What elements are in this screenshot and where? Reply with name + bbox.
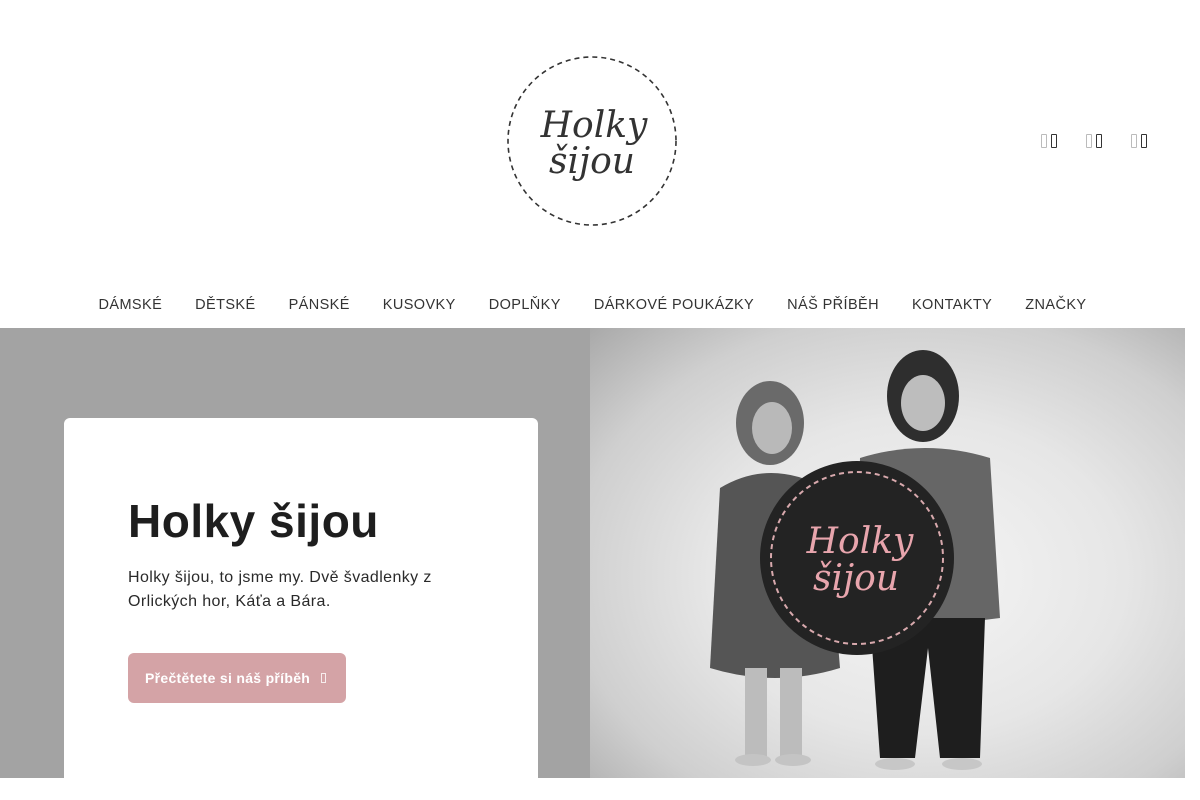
- nav-item-kontakty[interactable]: KONTAKTY: [895, 296, 1008, 314]
- logo-badge: Holky šijou: [507, 56, 677, 226]
- hero-description: Holky šijou, to jsme my. Dvě švadlenky z…: [128, 569, 432, 610]
- page: Holky šijou DÁMSKÉ DĚTSKÉ PÁNSKÉ KUSOVKY…: [0, 0, 1185, 800]
- hero-card: Holky šijou Holky šijou, to jsme my. Dvě…: [64, 418, 538, 778]
- logo-text-line1: Holky: [540, 105, 648, 146]
- nav-item-kusovky[interactable]: KUSOVKY: [366, 296, 472, 314]
- nav-item-darkove-poukazky[interactable]: DÁRKOVÉ POUKÁZKY: [577, 296, 770, 314]
- nav-item-nas-pribeh[interactable]: NÁŠ PŘÍBĚH: [771, 296, 896, 314]
- sign-text-line2: šijou: [813, 558, 899, 599]
- nav-item-panske[interactable]: PÁNSKÉ: [272, 296, 366, 314]
- founders-photo: Holky šijou: [710, 350, 1000, 770]
- nav-item-znacky[interactable]: ZNAČKY: [1009, 296, 1103, 314]
- header-icons: [1041, 128, 1147, 154]
- hero-section: Holky šijou Holky šijou Holky šijou, to …: [0, 328, 1185, 778]
- holky-sijou-sign: Holky šijou: [760, 461, 954, 655]
- cart-icon[interactable]: [1131, 128, 1147, 154]
- site-logo[interactable]: Holky šijou: [506, 55, 678, 227]
- read-story-button-label: Přečtětete si náš příběh: [145, 670, 311, 686]
- hero-title: Holky šijou: [128, 495, 379, 547]
- search-icon[interactable]: [1041, 128, 1057, 154]
- hero-photo: Holky šijou: [590, 328, 1185, 778]
- nav-item-doplnky[interactable]: DOPLŇKY: [472, 296, 577, 314]
- nav-item-damske[interactable]: DÁMSKÉ: [82, 296, 179, 314]
- user-icon[interactable]: [1086, 128, 1102, 154]
- sign-text-line1: Holky: [806, 521, 914, 562]
- nav-item-detske[interactable]: DĚTSKÉ: [179, 296, 272, 314]
- main-nav: DÁMSKÉ DĚTSKÉ PÁNSKÉ KUSOVKY DOPLŇKY DÁR…: [0, 296, 1185, 314]
- logo-text-line2: šijou: [549, 141, 635, 182]
- read-story-button[interactable]: Přečtětete si náš příběh: [128, 653, 346, 703]
- arrow-right-icon: [321, 673, 327, 683]
- site-header: Holky šijou DÁMSKÉ DĚTSKÉ PÁNSKÉ KUSOVKY…: [0, 0, 1185, 313]
